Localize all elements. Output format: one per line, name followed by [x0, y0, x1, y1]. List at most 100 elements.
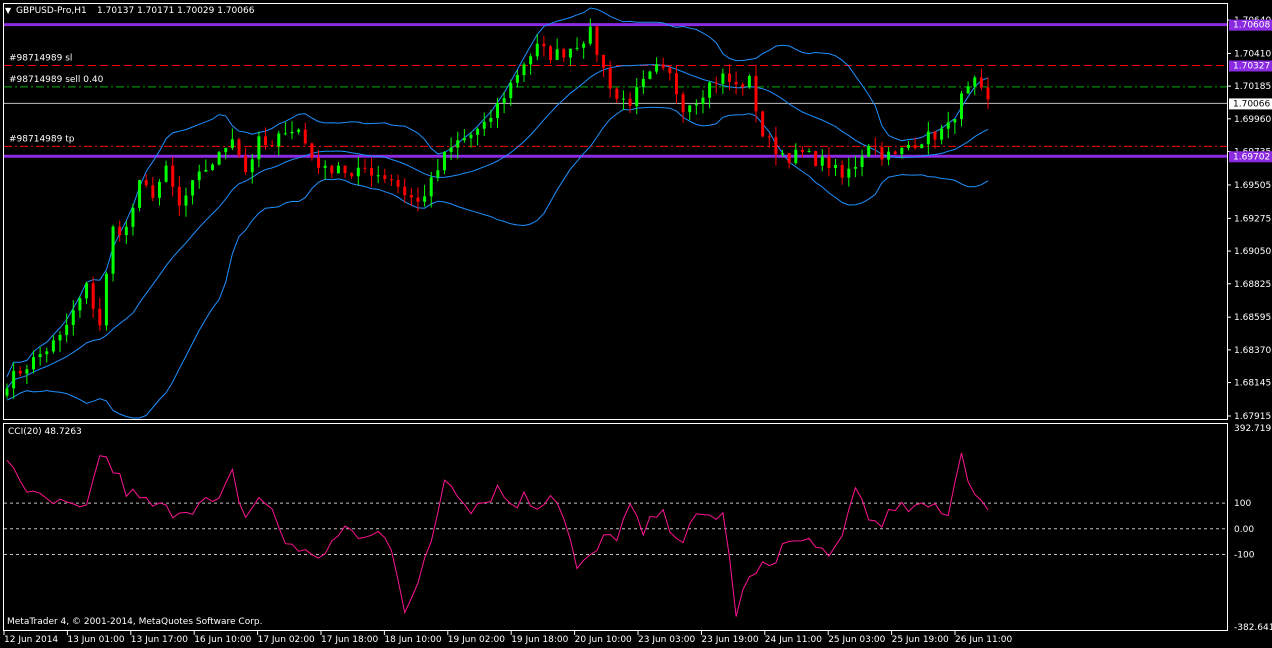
- support-price-tag-label: 1.69702: [1233, 152, 1270, 162]
- candle-body: [926, 131, 930, 145]
- price-axis-label: 1.69505: [1234, 181, 1271, 191]
- trading-chart[interactable]: ▼ GBPUSD-Pro,H1 1.70137 1.70171 1.70029 …: [0, 0, 1272, 648]
- candle-body: [144, 180, 148, 186]
- price-axis-label: 1.68145: [1234, 379, 1271, 389]
- candle-body: [104, 273, 108, 326]
- time-axis-label: 19 Jun 18:00: [511, 635, 568, 645]
- candle-body: [65, 324, 69, 335]
- candle-body: [880, 147, 884, 160]
- candle-body: [529, 56, 533, 65]
- symbol-caption: GBPUSD-Pro,H1: [16, 6, 87, 16]
- candle-body: [966, 86, 970, 94]
- candle-body: [979, 77, 983, 88]
- candle-body: [542, 43, 546, 47]
- cci-axis-label: 392.719: [1234, 424, 1271, 434]
- candle-body: [250, 159, 254, 173]
- candle-body: [827, 156, 831, 168]
- cci-axis-label: -100: [1234, 550, 1255, 560]
- candle-body: [409, 195, 413, 198]
- candle-body: [164, 165, 168, 182]
- candle-body: [456, 140, 460, 148]
- candle-body: [913, 144, 917, 149]
- candle-body: [727, 73, 731, 82]
- candle-body: [655, 64, 659, 72]
- candle-body: [641, 78, 645, 88]
- candle-body: [449, 147, 453, 152]
- candle-body: [58, 334, 62, 341]
- time-axis-label: 25 Jun 19:00: [892, 635, 949, 645]
- candle-body: [270, 144, 274, 147]
- price-axis-label: 1.68370: [1234, 346, 1271, 356]
- time-axis[interactable]: 12 Jun 2014 13 Jun 01:00 13 Jun 17:00 16 Ju…: [3, 630, 1012, 645]
- time-axis-label: 17 Jun 18:00: [321, 635, 378, 645]
- dropdown-arrow-icon[interactable]: ▼: [5, 6, 12, 15]
- candle-body: [403, 186, 407, 196]
- candle-body: [515, 74, 519, 83]
- cci-panel[interactable]: [3, 423, 1228, 631]
- candle-body: [986, 87, 990, 100]
- time-axis-label: 13 Jun 01:00: [67, 635, 124, 645]
- candle-body: [946, 122, 950, 129]
- candle-body: [681, 94, 685, 113]
- time-axis-label: 23 Jun 03:00: [638, 635, 695, 645]
- price-axis-label: 1.68595: [1234, 313, 1271, 323]
- candle-body: [522, 64, 526, 75]
- candle-body: [867, 145, 871, 157]
- price-axis-label: 1.68825: [1234, 280, 1271, 290]
- time-axis-label: 19 Jun 02:00: [448, 635, 505, 645]
- candle-body: [747, 76, 751, 88]
- candle-body: [807, 151, 811, 153]
- candle-body: [177, 186, 181, 206]
- candle-body: [482, 121, 486, 129]
- candle-body: [204, 169, 208, 172]
- candle-body: [535, 43, 539, 57]
- candle-body: [568, 48, 572, 58]
- candle-body: [442, 151, 446, 171]
- candle-body: [45, 351, 49, 355]
- price-axis-label: 1.69050: [1234, 247, 1271, 257]
- candle-body: [131, 207, 135, 227]
- candle-body: [138, 180, 142, 208]
- candle-body: [317, 157, 321, 168]
- candle-body: [959, 93, 963, 120]
- candle-body: [230, 139, 234, 148]
- candle-body: [668, 67, 672, 74]
- candle-body: [734, 81, 738, 85]
- candle-body: [436, 170, 440, 178]
- time-axis-label: 24 Jun 11:00: [765, 635, 822, 645]
- candle-body: [303, 129, 307, 144]
- copyright-text: MetaTrader 4, © 2001-2014, MetaQuotes So…: [7, 617, 263, 627]
- candle-body: [787, 153, 791, 164]
- time-axis-label: 16 Jun 10:00: [194, 635, 251, 645]
- time-axis-label: 20 Jun 10:00: [575, 635, 632, 645]
- candle-body: [350, 173, 354, 177]
- candle-body: [794, 149, 798, 164]
- candle-body: [423, 196, 427, 202]
- sl-level-label: #98714989 sl: [9, 53, 72, 63]
- candle-body: [608, 67, 612, 89]
- candle-body: [343, 165, 347, 174]
- candle-body: [953, 119, 957, 123]
- time-axis-label: 17 Jun 02:00: [258, 635, 315, 645]
- candle-body: [588, 26, 592, 44]
- candle-body: [940, 128, 944, 140]
- candle-body: [853, 166, 857, 169]
- candle-body: [562, 49, 566, 58]
- price-axis-label: 1.69960: [1234, 115, 1271, 125]
- candle-body: [489, 117, 493, 122]
- price-axis[interactable]: 1.706401.704101.701851.699601.697351.695…: [1227, 16, 1271, 422]
- candle-body: [847, 168, 851, 178]
- candle-body: [237, 139, 241, 156]
- candle-body: [502, 98, 506, 104]
- candle-body: [800, 149, 804, 152]
- cci-axis[interactable]: 392.719 100 0.00 -100 -382.6412: [1234, 424, 1272, 633]
- candle-body: [873, 145, 877, 148]
- candle-body: [840, 165, 844, 178]
- current-price-tag-label: 1.70066: [1233, 99, 1270, 109]
- resistance-price-tag-label: 1.70608: [1233, 21, 1270, 31]
- candle-body: [575, 47, 579, 49]
- candle-body: [25, 369, 29, 374]
- candle-body: [615, 88, 619, 100]
- time-axis-label: 12 Jun 2014: [4, 635, 58, 645]
- candle-body: [336, 165, 340, 174]
